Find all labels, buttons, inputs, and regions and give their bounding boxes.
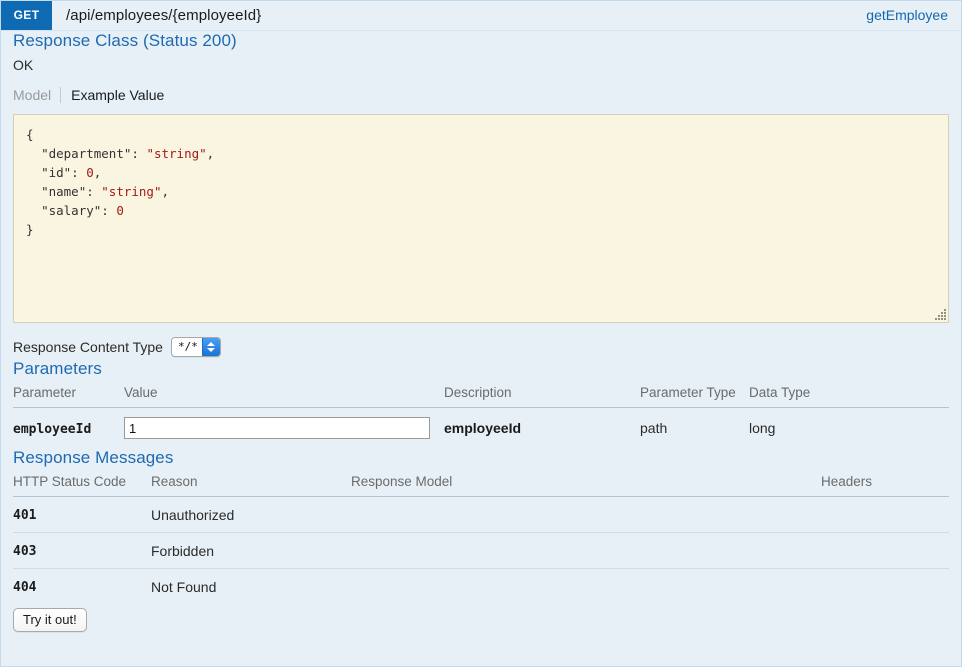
response-content-type-label: Response Content Type <box>13 339 163 355</box>
response-model <box>351 533 821 569</box>
try-it-out-button[interactable]: Try it out! <box>13 608 87 632</box>
swagger-operation-panel: GET /api/employees/{employeeId} getEmplo… <box>0 0 962 667</box>
response-message-row: 404 Not Found <box>13 569 949 605</box>
textarea-resize-handle[interactable] <box>933 307 946 320</box>
json-close-brace: } <box>26 222 34 237</box>
example-value-box[interactable]: { "department": "string", "id": 0, "name… <box>13 114 949 323</box>
col-header-description: Description <box>444 385 640 408</box>
http-status-code: 403 <box>13 544 36 559</box>
json-key: "salary" <box>41 203 101 218</box>
operation-content: Response Class (Status 200) OK Model Exa… <box>1 31 961 644</box>
json-value: "string" <box>101 184 161 199</box>
json-key: "id" <box>41 165 71 180</box>
http-status-code: 404 <box>13 580 36 595</box>
chevron-updown-icon <box>202 338 220 356</box>
parameters-table: Parameter Value Description Parameter Ty… <box>13 385 949 448</box>
col-header-value: Value <box>124 385 444 408</box>
submit-row: Try it out! <box>13 608 949 644</box>
tab-model[interactable]: Model <box>13 86 60 104</box>
parameter-type: path <box>640 408 749 449</box>
response-class-title: Response Class (Status 200) <box>13 31 949 51</box>
col-header-response-model: Response Model <box>351 474 821 497</box>
json-open-brace: { <box>26 127 34 142</box>
json-value: "string" <box>146 146 206 161</box>
model-tabs: Model Example Value <box>13 85 949 105</box>
response-messages-table: HTTP Status Code Reason Response Model H… <box>13 474 949 604</box>
parameter-description-cell: employeeId <box>444 408 640 449</box>
operation-path[interactable]: /api/employees/{employeeId} <box>66 1 261 30</box>
col-header-headers: Headers <box>821 474 949 497</box>
response-reason: Unauthorized <box>151 497 351 533</box>
response-messages-header-row: HTTP Status Code Reason Response Model H… <box>13 474 949 497</box>
col-header-parameter-type: Parameter Type <box>640 385 749 408</box>
response-content-type-value: */* <box>178 338 198 356</box>
response-headers <box>821 569 949 605</box>
response-model <box>351 497 821 533</box>
tab-example-value[interactable]: Example Value <box>61 86 164 104</box>
parameter-name: employeeId <box>13 422 91 437</box>
parameters-title: Parameters <box>13 359 949 379</box>
parameters-header-row: Parameter Value Description Parameter Ty… <box>13 385 949 408</box>
response-model <box>351 569 821 605</box>
parameter-name-cell: employeeId <box>13 408 124 449</box>
json-value: 0 <box>86 165 94 180</box>
http-method-badge[interactable]: GET <box>1 1 52 30</box>
operation-nickname-link[interactable]: getEmployee <box>866 1 948 30</box>
parameter-data-type: long <box>749 408 949 449</box>
col-header-http-status-code: HTTP Status Code <box>13 474 151 497</box>
http-status-code-cell: 403 <box>13 533 151 569</box>
col-header-parameter: Parameter <box>13 385 124 408</box>
parameter-row: employeeId employeeId pathlong <box>13 408 949 449</box>
http-status-code: 401 <box>13 508 36 523</box>
response-headers <box>821 497 949 533</box>
parameter-value-input[interactable] <box>124 417 430 439</box>
parameter-description: employeeId <box>444 420 521 436</box>
col-header-reason: Reason <box>151 474 351 497</box>
response-reason: Forbidden <box>151 533 351 569</box>
http-status-code-cell: 401 <box>13 497 151 533</box>
response-content-type-select[interactable]: */* <box>171 337 221 357</box>
response-class-status-text: OK <box>13 51 949 73</box>
example-value-code: { "department": "string", "id": 0, "name… <box>14 115 948 247</box>
response-message-row: 403 Forbidden <box>13 533 949 569</box>
col-header-data-type: Data Type <box>749 385 949 408</box>
parameter-value-cell <box>124 408 444 449</box>
json-key: "department" <box>41 146 131 161</box>
http-status-code-cell: 404 <box>13 569 151 605</box>
response-content-type-row: Response Content Type */* <box>13 335 949 359</box>
response-messages-title: Response Messages <box>13 448 949 468</box>
json-key: "name" <box>41 184 86 199</box>
response-headers <box>821 533 949 569</box>
json-value: 0 <box>116 203 124 218</box>
response-message-row: 401 Unauthorized <box>13 497 949 533</box>
response-reason: Not Found <box>151 569 351 605</box>
operation-heading[interactable]: GET /api/employees/{employeeId} getEmplo… <box>1 1 961 31</box>
